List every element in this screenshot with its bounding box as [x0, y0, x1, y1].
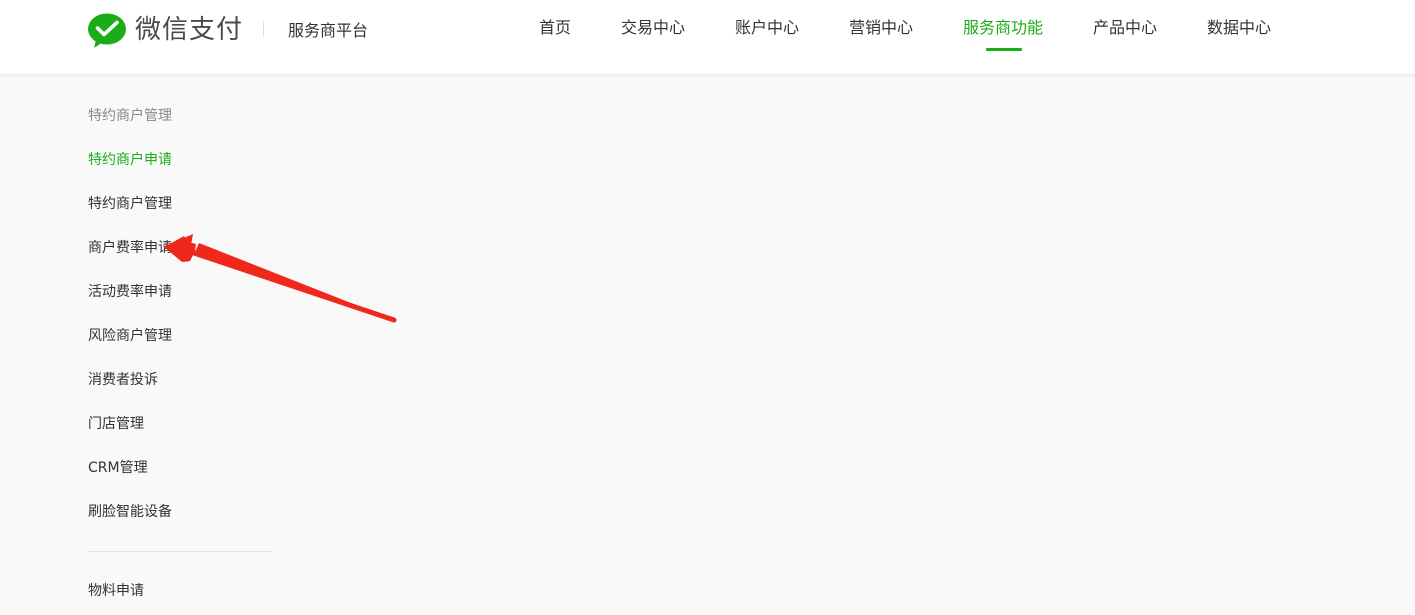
sidebar-item-material-application[interactable]: 物料申请: [88, 581, 144, 601]
nav-data-center[interactable]: 数据中心: [1207, 17, 1271, 39]
active-nav-underline: [986, 48, 1022, 51]
sidebar-item-consumer-complaints[interactable]: 消费者投诉: [88, 370, 158, 390]
platform-name: 服务商平台: [288, 21, 369, 40]
sidebar-item-merchant-management[interactable]: 特约商户管理: [88, 194, 172, 214]
sidebar-item-crm-management[interactable]: CRM管理: [88, 458, 148, 478]
nav-service-provider-functions[interactable]: 服务商功能: [963, 17, 1043, 39]
sidebar-item-activity-rate-application[interactable]: 活动费率申请: [88, 282, 172, 302]
nav-home[interactable]: 首页: [539, 17, 571, 39]
nav-trade-center[interactable]: 交易中心: [621, 17, 685, 39]
nav-product-center[interactable]: 产品中心: [1093, 17, 1157, 39]
sidebar-item-merchant-application[interactable]: 特约商户申请: [88, 150, 172, 170]
sidebar-item-merchant-rate-application[interactable]: 商户费率申请: [88, 238, 172, 258]
sidebar-item-risk-merchant-management[interactable]: 风险商户管理: [88, 326, 172, 346]
sidebar-heading: 特约商户管理: [88, 108, 172, 124]
top-header: 微信支付 服务商平台 首页 交易中心 账户中心 营销中心 服务商功能 产品中心 …: [0, 0, 1415, 75]
red-arrow-annotation: [163, 234, 397, 323]
nav-marketing-center[interactable]: 营销中心: [849, 17, 913, 39]
sidebar-divider: [88, 551, 272, 552]
wechat-pay-logo-icon[interactable]: [87, 13, 127, 49]
sidebar-item-store-management[interactable]: 门店管理: [88, 414, 144, 434]
sidebar-item-face-pay-devices[interactable]: 刷脸智能设备: [88, 502, 172, 522]
brand-name: 微信支付: [135, 15, 244, 45]
brand-divider: [263, 21, 264, 37]
nav-account-center[interactable]: 账户中心: [735, 17, 799, 39]
